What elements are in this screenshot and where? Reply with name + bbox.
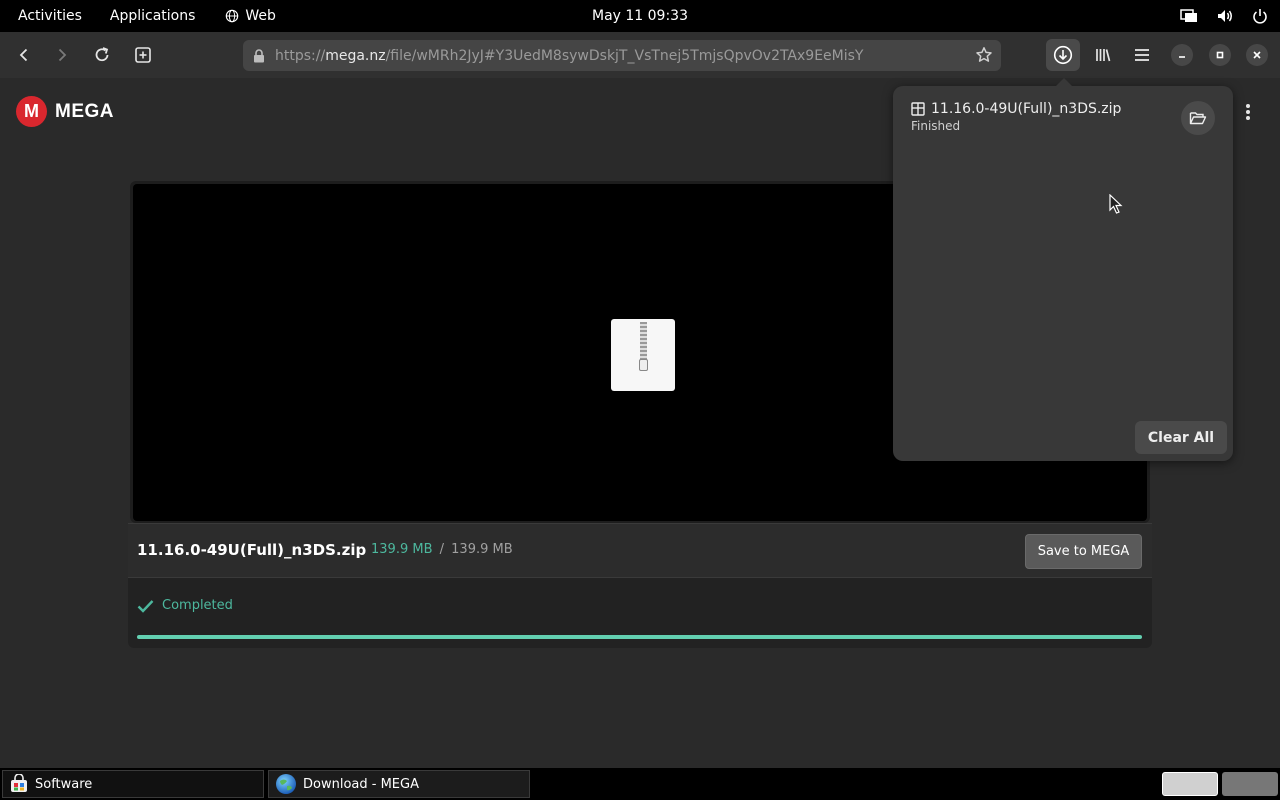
reload-button[interactable] xyxy=(86,39,118,71)
mega-logo-wordmark: MEGA xyxy=(55,100,114,122)
address-bar[interactable]: https://mega.nz/file/wMRh2JyJ#Y3UedM8syw… xyxy=(243,40,1001,71)
new-tab-icon xyxy=(135,47,151,63)
back-button[interactable] xyxy=(8,39,40,71)
download-item-name: 11.16.0-49U(Full)_n3DS.zip xyxy=(931,101,1122,117)
workspace-2[interactable] xyxy=(1222,772,1278,796)
browser-header-bar: https://mega.nz/file/wMRh2JyJ#Y3UedM8syw… xyxy=(0,32,1280,78)
archive-file-icon xyxy=(911,102,925,116)
system-tray[interactable] xyxy=(1180,0,1268,32)
library-button[interactable] xyxy=(1087,39,1119,71)
downloads-popover: 11.16.0-49U(Full)_n3DS.zip Finished Clea… xyxy=(893,78,1233,461)
zip-archive-icon xyxy=(611,319,675,391)
reload-icon xyxy=(95,47,109,62)
minimize-button[interactable] xyxy=(1171,44,1193,66)
hamburger-icon xyxy=(1135,49,1149,61)
lock-icon[interactable] xyxy=(253,48,273,63)
mega-logo[interactable]: M MEGA xyxy=(16,96,114,127)
downloads-button[interactable] xyxy=(1046,39,1080,71)
save-to-mega-button[interactable]: Save to MEGA xyxy=(1025,534,1142,569)
maximize-icon xyxy=(1216,51,1224,59)
download-progress-bar xyxy=(137,635,1142,639)
taskbar-item-software[interactable]: Software xyxy=(2,770,264,798)
activities-button[interactable]: Activities xyxy=(0,8,96,24)
file-name: 11.16.0-49U(Full)_n3DS.zip xyxy=(137,541,367,559)
globe-icon xyxy=(226,9,239,23)
close-icon xyxy=(1253,51,1261,59)
system-top-bar: Activities Applications Web May 11 09:33 xyxy=(0,0,1280,32)
url-prefix: https:// xyxy=(275,47,326,64)
url-host: mega.nz xyxy=(325,47,386,64)
chevron-left-icon xyxy=(19,48,28,62)
minimize-icon xyxy=(1179,56,1185,58)
taskbar-item-label: Software xyxy=(35,776,93,792)
size-separator: / xyxy=(439,542,445,557)
file-info-bar: 11.16.0-49U(Full)_n3DS.zip 139.9 MB / 13… xyxy=(128,523,1152,578)
open-folder-button[interactable] xyxy=(1181,101,1215,135)
clear-all-button[interactable]: Clear All xyxy=(1135,421,1227,454)
mega-logo-mark: M xyxy=(16,96,47,127)
maximize-button[interactable] xyxy=(1209,44,1231,66)
download-status-box: Completed xyxy=(128,577,1152,648)
applications-menu[interactable]: Applications xyxy=(96,8,210,24)
downloaded-size: 139.9 MB xyxy=(371,542,433,557)
power-icon[interactable] xyxy=(1252,8,1268,24)
chevron-right-icon xyxy=(58,48,67,62)
url-text[interactable]: https://mega.nz/file/wMRh2JyJ#Y3UedM8syw… xyxy=(275,48,965,64)
file-size: 139.9 MB / 139.9 MB xyxy=(371,542,513,557)
checkmark-icon xyxy=(137,599,154,613)
library-icon xyxy=(1096,49,1111,62)
main-menu-button[interactable] xyxy=(1126,39,1158,71)
web-app-label: Web xyxy=(245,8,276,24)
volume-icon[interactable] xyxy=(1216,8,1234,24)
vertical-ellipsis-icon xyxy=(1246,104,1250,120)
workspace-1[interactable] xyxy=(1162,772,1218,796)
folder-open-icon xyxy=(1189,112,1207,125)
total-size: 139.9 MB xyxy=(451,542,513,557)
web-app-menu[interactable]: Web xyxy=(209,8,276,24)
close-window-button[interactable] xyxy=(1246,44,1268,66)
forward-button[interactable] xyxy=(46,39,78,71)
download-icon xyxy=(1053,45,1073,65)
download-item-status: Finished xyxy=(911,119,961,133)
taskbar-item-label: Download - MEGA xyxy=(303,776,419,792)
network-icon[interactable] xyxy=(1180,8,1198,24)
taskbar-item-download-mega[interactable]: Download - MEGA xyxy=(268,770,530,798)
download-progress-fill xyxy=(137,635,1142,639)
clock[interactable]: May 11 09:33 xyxy=(592,8,688,24)
software-icon xyxy=(11,774,27,792)
web-browser-icon xyxy=(276,774,296,794)
page-more-options-button[interactable] xyxy=(1238,100,1258,124)
mouse-cursor-icon xyxy=(1109,194,1123,214)
url-path: /file/wMRh2JyJ#Y3UedM8sywDskjT_VsTnej5Tm… xyxy=(385,47,864,64)
download-status: Completed xyxy=(137,598,233,613)
status-text: Completed xyxy=(162,598,233,613)
bookmark-star-icon[interactable] xyxy=(975,46,993,68)
download-item[interactable]: 11.16.0-49U(Full)_n3DS.zip xyxy=(911,101,1121,117)
taskbar: Software Download - MEGA xyxy=(0,768,1280,800)
new-tab-button[interactable] xyxy=(127,39,159,71)
